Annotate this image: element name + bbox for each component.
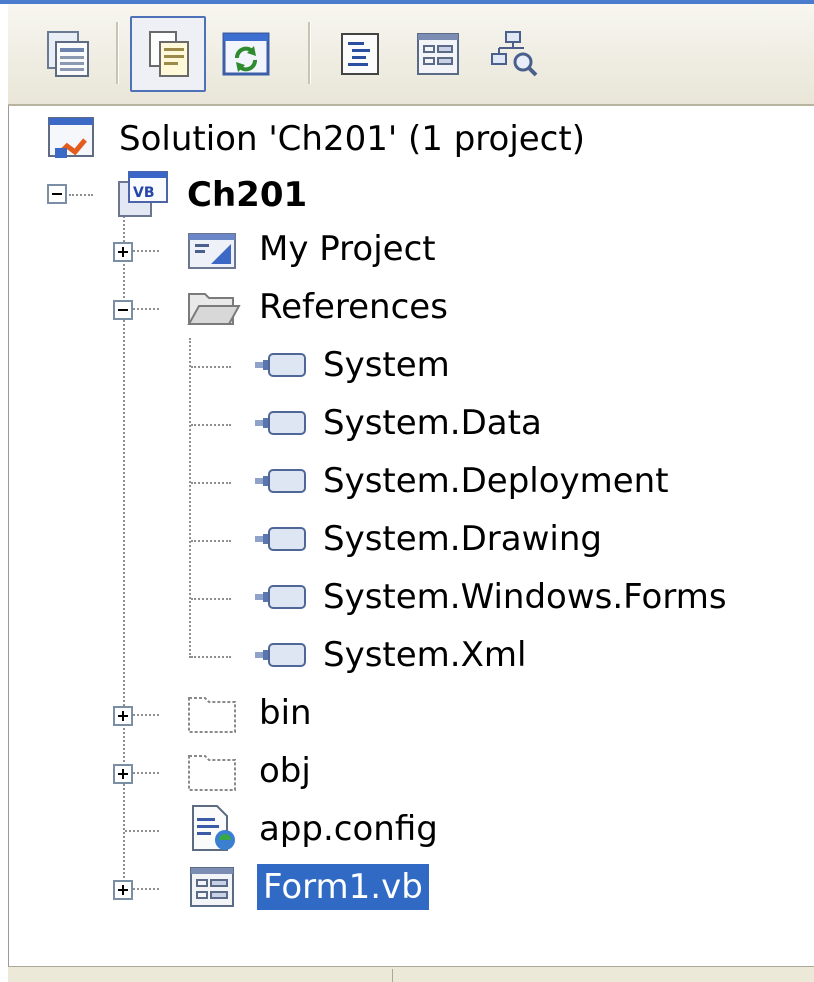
tree-line: [69, 194, 93, 196]
view-designer-icon: [417, 33, 459, 75]
assembly-reference-icon: [255, 585, 306, 609]
assembly-reference-icon: [255, 527, 306, 551]
status-bar: [8, 966, 814, 982]
toolbar-separator: [308, 22, 311, 84]
solution-explorer-window: Solution 'Ch201' (1 project) VB Ch201 My…: [0, 0, 814, 982]
tree-line: [133, 308, 159, 310]
show-all-files-button[interactable]: [130, 16, 206, 92]
solution-tree: Solution 'Ch201' (1 project) VB Ch201 My…: [8, 106, 814, 966]
tree-item-my-project[interactable]: My Project: [185, 222, 436, 276]
collapse-project-toggle[interactable]: [47, 184, 67, 204]
tree-line: [191, 540, 231, 542]
references-label: References: [259, 287, 448, 327]
folder-open-icon: [187, 293, 241, 325]
tree-line: [191, 656, 231, 658]
folder-hidden-icon: [188, 697, 236, 733]
reference-label: System.Drawing: [323, 519, 602, 559]
tree-line: [191, 482, 231, 484]
assembly-reference-icon: [255, 353, 306, 377]
project-label: Ch201: [187, 175, 308, 215]
toolbar-separator: [116, 22, 119, 84]
status-bar-panel: [392, 969, 813, 982]
tree-item-form1[interactable]: Form1.vb: [185, 860, 429, 914]
solution-label: Solution 'Ch201' (1 project): [119, 119, 585, 159]
bin-label: bin: [259, 693, 312, 733]
reference-label: System.Deployment: [323, 461, 669, 501]
reference-label: System: [323, 345, 450, 385]
svg-text:VB: VB: [133, 185, 155, 201]
assembly-reference-icon: [255, 469, 306, 493]
tree-item-reference[interactable]: System: [253, 338, 450, 392]
config-file-icon: [192, 805, 235, 851]
my-project-label: My Project: [259, 229, 436, 269]
reference-label: System.Windows.Forms: [323, 577, 727, 617]
tree-item-solution[interactable]: Solution 'Ch201' (1 project): [45, 112, 585, 166]
tree-item-reference[interactable]: System.Drawing: [253, 512, 602, 566]
app-config-label: app.config: [259, 809, 438, 849]
reference-label: System.Data: [323, 403, 542, 443]
expand-my-project-toggle[interactable]: [113, 242, 133, 262]
solution-icon: [48, 117, 94, 158]
reference-label: System.Xml: [323, 635, 527, 675]
assembly-reference-icon: [255, 643, 306, 667]
tree-line: [133, 714, 159, 716]
view-class-diagram-icon: [491, 31, 538, 77]
expand-bin-toggle[interactable]: [113, 706, 133, 726]
tree-line: [125, 830, 159, 832]
refresh-icon: [222, 32, 270, 76]
assembly-reference-icon: [255, 411, 306, 435]
view-designer-button[interactable]: [400, 16, 476, 92]
tree-item-project[interactable]: VB Ch201: [113, 168, 307, 222]
tree-line: [189, 338, 191, 658]
solution-explorer-toolbar: [8, 4, 814, 106]
collapse-references-toggle[interactable]: [113, 300, 133, 320]
view-code-icon: [341, 33, 379, 75]
folder-hidden-icon: [188, 755, 236, 791]
expand-obj-toggle[interactable]: [113, 764, 133, 784]
tree-item-obj[interactable]: obj: [185, 744, 311, 798]
tree-line: [133, 250, 159, 252]
refresh-button[interactable]: [208, 16, 284, 92]
my-project-icon: [188, 233, 236, 269]
vb-project-icon: VB: [118, 171, 168, 217]
tree-line: [191, 424, 231, 426]
tree-line: [133, 888, 159, 890]
expand-form1-toggle[interactable]: [113, 880, 133, 900]
tree-line: [191, 598, 231, 600]
tree-item-reference[interactable]: System.Deployment: [253, 454, 669, 508]
tree-item-reference[interactable]: System.Windows.Forms: [253, 570, 727, 624]
view-class-diagram-button[interactable]: [476, 16, 552, 92]
obj-label: obj: [259, 751, 311, 791]
show-all-files-icon: [149, 31, 189, 77]
properties-icon: [47, 31, 89, 77]
properties-button[interactable]: [30, 16, 106, 92]
view-code-button[interactable]: [322, 16, 398, 92]
form-icon: [190, 867, 234, 907]
tree-item-app-config[interactable]: app.config: [185, 802, 438, 856]
tree-item-reference[interactable]: System.Data: [253, 396, 542, 450]
tree-item-references[interactable]: References: [185, 280, 448, 334]
tree-line: [191, 366, 231, 368]
tree-item-reference[interactable]: System.Xml: [253, 628, 526, 682]
form1-label: Form1.vb: [257, 864, 429, 910]
tree-item-bin[interactable]: bin: [185, 686, 312, 740]
tree-line: [133, 772, 159, 774]
